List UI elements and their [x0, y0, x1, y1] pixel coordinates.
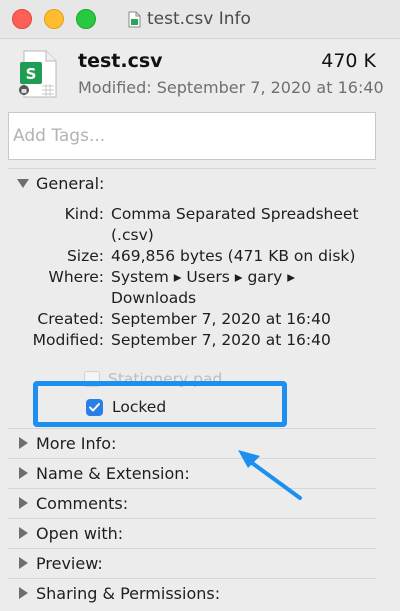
info-window: test.csv Info S test.csv 470 K Modified:…: [0, 0, 400, 611]
info-row-kind: Kind: Comma Separated Spreadsheet: [0, 205, 400, 226]
section-general[interactable]: General:: [0, 169, 400, 199]
file-name: test.csv: [78, 50, 163, 72]
section-label: General:: [36, 174, 105, 193]
info-value: System ▸ Users ▸ gary ▸: [111, 268, 296, 286]
info-key: Size:: [66, 247, 104, 265]
info-key: Kind:: [64, 205, 104, 223]
disclosure-triangle-right-icon[interactable]: [17, 467, 29, 479]
disclosure-triangle-right-icon[interactable]: [17, 437, 29, 449]
section-label: Name & Extension:: [36, 464, 190, 483]
locked-option[interactable]: Locked: [86, 396, 166, 418]
file-header: S test.csv 470 K Modified: September 7, …: [0, 38, 400, 106]
checkmark-icon: [89, 402, 100, 411]
section-label: Comments:: [36, 494, 129, 513]
info-key: Created:: [37, 310, 104, 328]
info-row-size: Size: 469,856 bytes (471 KB on disk): [0, 247, 400, 268]
info-value: (.csv): [111, 226, 154, 244]
annotation-arrow-icon: [238, 450, 302, 500]
section-sharing-permissions[interactable]: Sharing & Permissions:: [0, 579, 400, 609]
section-open-with[interactable]: Open with:: [0, 519, 400, 549]
window-title: test.csv Info: [128, 8, 251, 30]
window-title-text: test.csv Info: [147, 9, 251, 29]
disclosure-triangle-right-icon[interactable]: [17, 557, 29, 569]
info-row-created: Created: September 7, 2020 at 16:40: [0, 310, 400, 331]
spreadsheet-file-icon: S: [19, 50, 57, 98]
info-value: Comma Separated Spreadsheet: [111, 205, 359, 223]
section-label: Preview:: [36, 554, 103, 573]
info-row-modified: Modified: September 7, 2020 at 16:40: [0, 331, 400, 352]
locked-checkbox[interactable]: [86, 398, 103, 416]
section-label: Open with:: [36, 524, 124, 543]
section-label: Sharing & Permissions:: [36, 584, 221, 603]
info-value: September 7, 2020 at 16:40: [111, 331, 331, 349]
info-value: September 7, 2020 at 16:40: [111, 310, 331, 328]
info-row-where-cont: Downloads: [0, 289, 400, 310]
info-row-kind-cont: (.csv): [0, 226, 400, 247]
section-label: More Info:: [36, 434, 117, 453]
info-value: Downloads: [111, 289, 197, 307]
minimize-window-button[interactable]: [44, 9, 64, 29]
info-key: Where:: [48, 268, 104, 286]
info-key: Modified:: [32, 331, 104, 349]
locked-label: Locked: [112, 398, 167, 416]
modified-summary: Modified: September 7, 2020 at 16:40: [78, 78, 384, 97]
title-bar: test.csv Info: [0, 0, 400, 39]
disclosure-triangle-down-icon[interactable]: [17, 177, 29, 189]
info-value: 469,856 bytes (471 KB on disk): [111, 247, 356, 265]
section-more-info[interactable]: More Info:: [0, 429, 400, 459]
disclosure-triangle-right-icon[interactable]: [17, 527, 29, 539]
section-name-extension[interactable]: Name & Extension:: [0, 459, 400, 489]
document-icon: [128, 11, 141, 27]
disclosure-triangle-right-icon[interactable]: [17, 497, 29, 509]
close-window-button[interactable]: [12, 9, 32, 29]
file-size: 470 K: [321, 50, 376, 72]
add-tags-input[interactable]: [8, 112, 376, 160]
info-row-where: Where: System ▸ Users ▸ gary ▸: [0, 268, 400, 289]
zoom-window-button[interactable]: [76, 9, 96, 29]
disclosure-triangle-right-icon[interactable]: [17, 587, 29, 599]
section-preview[interactable]: Preview:: [0, 549, 400, 579]
section-comments[interactable]: Comments:: [0, 489, 400, 519]
svg-text:S: S: [26, 65, 37, 83]
